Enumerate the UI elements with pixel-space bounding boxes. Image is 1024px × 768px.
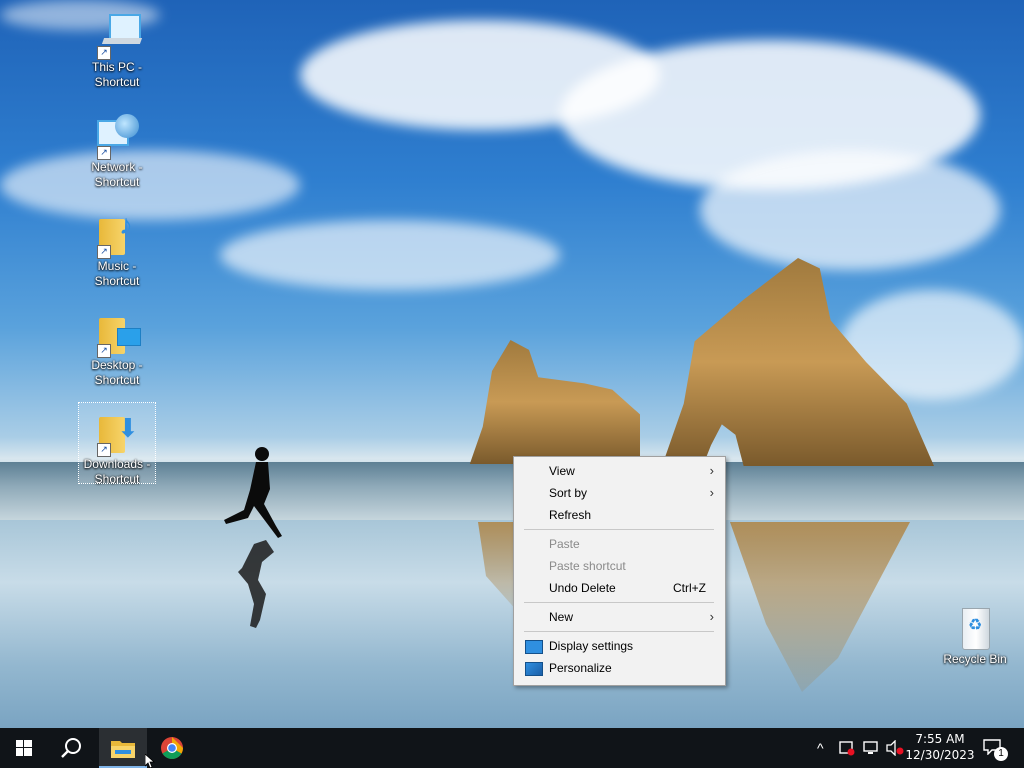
tray-overflow-chevron[interactable]: ^ xyxy=(812,728,834,768)
menu-item-label: New xyxy=(549,610,574,624)
tray-network-icon[interactable] xyxy=(860,728,882,768)
shortcut-arrow-icon: ↗ xyxy=(97,46,111,60)
desktop-icon-label: Downloads - Shortcut xyxy=(83,457,151,486)
chevron-right-icon: › xyxy=(709,463,714,478)
desktop-icon-desktop[interactable]: ↗ Desktop - Shortcut xyxy=(79,304,155,390)
menu-item-display-settings[interactable]: Display settings xyxy=(515,635,724,657)
desktop-icon-label: Recycle Bin xyxy=(943,652,1007,666)
menu-item-view[interactable]: View › xyxy=(515,460,724,482)
desktop-icon-music[interactable]: ♪ ↗ Music - Shortcut xyxy=(79,205,155,291)
desktop-icon-downloads[interactable]: ⬇ ↗ Downloads - Shortcut xyxy=(78,402,156,486)
desktop-icon-this-pc[interactable]: ↗ This PC - Shortcut xyxy=(79,6,155,92)
chevron-right-icon: › xyxy=(709,485,714,500)
menu-item-label: Paste shortcut xyxy=(549,559,626,573)
tray-security-icon[interactable] xyxy=(836,728,858,768)
chevron-up-icon: ^ xyxy=(817,740,824,756)
start-button[interactable] xyxy=(0,728,48,768)
shortcut-arrow-icon: ↗ xyxy=(97,443,111,457)
notification-count-badge: 1 xyxy=(994,747,1008,761)
desktop-icon-label: Music - Shortcut xyxy=(94,259,140,288)
display-settings-icon xyxy=(525,640,543,654)
rock-small xyxy=(469,340,640,464)
windows-start-icon xyxy=(16,740,32,756)
desktop-icon-recycle-bin[interactable]: ♻ Recycle Bin xyxy=(937,598,1013,670)
desktop-icon-label: Network - Shortcut xyxy=(91,160,143,189)
music-folder-icon: ♪ ↗ xyxy=(93,211,141,259)
security-shield-icon xyxy=(839,741,855,756)
menu-item-refresh[interactable]: Refresh xyxy=(515,504,724,526)
desktop-context-menu: View › Sort by › Refresh Paste Paste sho… xyxy=(513,456,726,686)
menu-item-label: Sort by xyxy=(549,486,588,500)
chevron-right-icon: › xyxy=(709,609,714,624)
menu-item-undo-delete[interactable]: Undo Delete Ctrl+Z xyxy=(515,577,724,599)
taskbar-app-file-explorer[interactable] xyxy=(99,728,147,768)
shortcut-arrow-icon: ↗ xyxy=(97,344,111,358)
mouse-cursor-icon xyxy=(145,754,156,768)
desktop-icon-label: This PC - Shortcut xyxy=(91,60,142,89)
search-button[interactable] xyxy=(48,728,96,768)
personalize-icon xyxy=(525,662,543,676)
desktop-icon-network[interactable]: ↗ Network - Shortcut xyxy=(79,106,155,192)
runner-silhouette xyxy=(224,447,282,628)
menu-item-paste-shortcut[interactable]: Paste shortcut xyxy=(515,555,724,577)
file-explorer-icon xyxy=(111,741,135,758)
action-center-button[interactable]: 1 xyxy=(980,728,1024,768)
menu-item-label: Refresh xyxy=(549,508,592,522)
tray-clock[interactable]: 7:55 AM 12/30/2023 xyxy=(898,731,982,763)
menu-item-label: Personalize xyxy=(549,661,612,675)
shortcut-arrow-icon: ↗ xyxy=(97,245,111,259)
menu-separator xyxy=(524,602,714,603)
chrome-icon xyxy=(161,737,183,759)
network-status-icon xyxy=(863,741,878,754)
desktop-wallpaper[interactable]: ↗ This PC - Shortcut ↗ Network - Shortcu… xyxy=(0,0,1024,728)
shortcut-arrow-icon: ↗ xyxy=(97,146,111,160)
menu-item-paste[interactable]: Paste xyxy=(515,533,724,555)
recycle-bin-icon: ♻ xyxy=(951,604,999,652)
menu-item-label: Undo Delete xyxy=(549,581,616,595)
clock-date: 12/30/2023 xyxy=(905,748,975,762)
taskbar: ^ 7:55 AM 12/30/2023 1 xyxy=(0,728,1024,768)
menu-item-new[interactable]: New › xyxy=(515,606,724,628)
search-icon xyxy=(61,738,81,758)
menu-item-label: Paste xyxy=(549,537,580,551)
menu-item-sort-by[interactable]: Sort by › xyxy=(515,482,724,504)
clock-time: 7:55 AM xyxy=(915,732,965,746)
desktop-folder-icon: ↗ xyxy=(93,310,141,358)
downloads-folder-icon: ⬇ ↗ xyxy=(93,409,141,457)
menu-item-shortcut: Ctrl+Z xyxy=(673,581,706,595)
this-pc-icon: ↗ xyxy=(93,12,143,60)
menu-item-label: Display settings xyxy=(549,639,634,653)
menu-item-label: View xyxy=(549,464,575,478)
menu-separator xyxy=(524,631,714,632)
desktop-icon-label: Desktop - Shortcut xyxy=(91,358,143,387)
network-icon: ↗ xyxy=(93,112,141,160)
menu-separator xyxy=(524,529,714,530)
menu-item-personalize[interactable]: Personalize xyxy=(515,657,724,679)
